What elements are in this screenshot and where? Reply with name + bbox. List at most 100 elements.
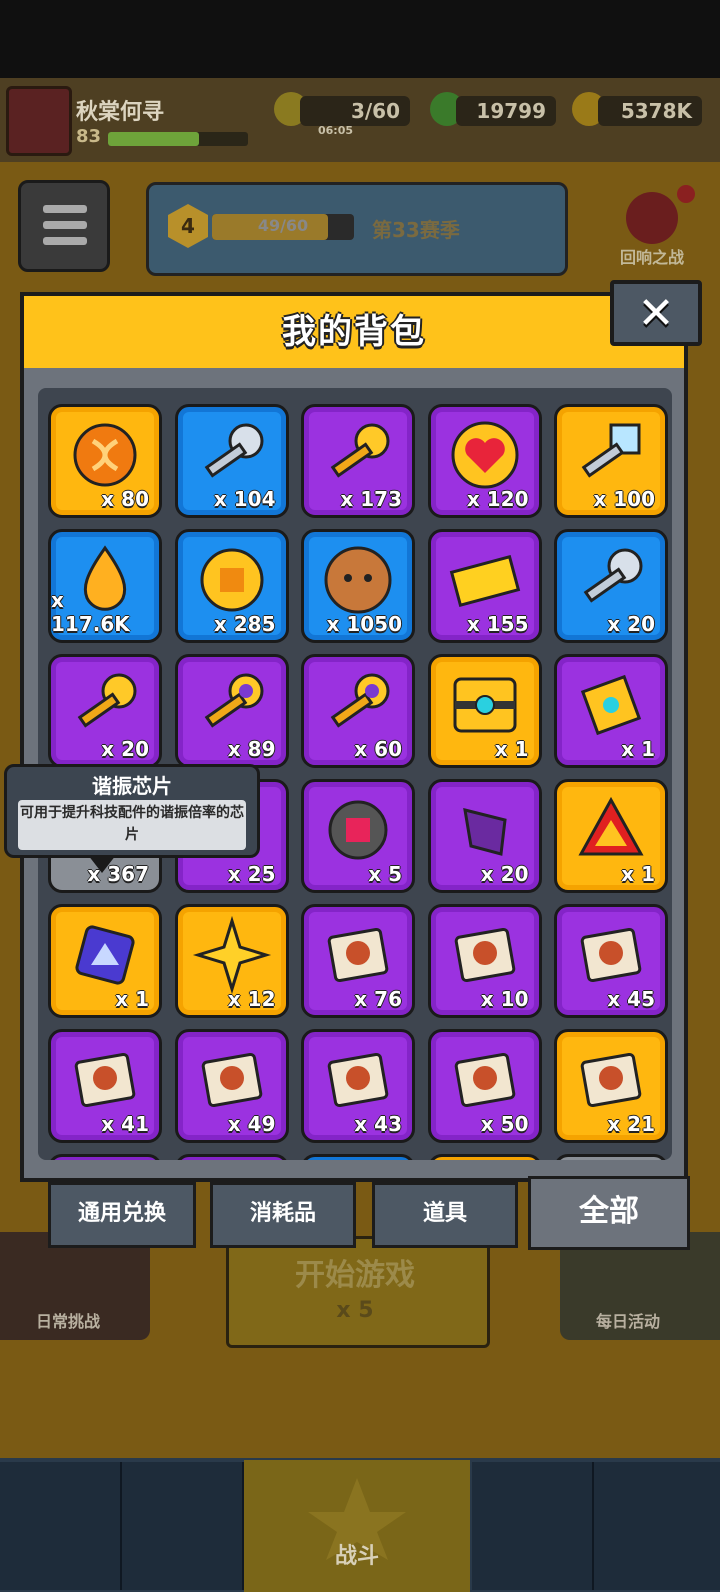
item-heart-medal[interactable]: x 120 [427, 404, 542, 518]
item-gold-coin[interactable]: x 285 [174, 529, 289, 643]
item-puzzle-5[interactable]: x 49 [174, 1029, 289, 1143]
puzzle-icon [327, 927, 389, 982]
item-quantity: x 60 [354, 737, 402, 761]
item-puzzle-1[interactable]: x 76 [301, 904, 415, 1018]
item-puzzle-2[interactable]: x 10 [427, 904, 542, 1018]
avatar[interactable] [6, 86, 72, 156]
item-crystal-key[interactable]: x 100 [554, 404, 668, 518]
tooltip-title: 谐振芯片 [92, 774, 172, 798]
item-red-triangle[interactable]: x 1 [554, 779, 668, 893]
tab-0[interactable]: 通用兑换 [48, 1182, 196, 1248]
item-quantity: x 76 [354, 987, 402, 1011]
item-quantity: x 25 [227, 862, 276, 886]
item-quantity: x 41 [101, 1112, 149, 1136]
cookie-icon [324, 546, 392, 614]
item-puzzle-3[interactable]: x 45 [554, 904, 668, 1018]
item-puzzle-7[interactable]: x 50 [427, 1029, 542, 1143]
item-cube-chip[interactable]: x 1 [48, 904, 162, 1018]
season-panel[interactable] [146, 182, 568, 276]
item-puzzle-8[interactable]: x 21 [554, 1029, 668, 1143]
menu-line [43, 237, 87, 245]
item-smile-key[interactable]: x 20 [48, 654, 162, 768]
hex-key-icon [330, 673, 390, 728]
item-quantity: x 10 [480, 987, 529, 1011]
menu-button[interactable] [18, 180, 110, 272]
item-quantity: x 104 [213, 487, 276, 511]
item-gold-star[interactable]: x 12 [174, 904, 289, 1018]
item-quantity: x 1 [621, 862, 655, 886]
item-quantity: x 5 [368, 862, 402, 886]
gear-key-icon [583, 548, 643, 603]
dna-orb-icon [73, 423, 137, 487]
tab-3[interactable]: 全部 [528, 1176, 690, 1250]
item-ruby-sphere[interactable]: x 5 [301, 779, 415, 893]
nav-map[interactable] [594, 1462, 720, 1590]
close-button[interactable]: ✕ [610, 280, 702, 346]
item-fire-drop[interactable]: x 117.6K [48, 529, 162, 643]
echo-battle-label: 回响之战 [619, 248, 684, 267]
item-gear-key[interactable]: x 20 [554, 529, 668, 643]
nav-battle-label: 战斗 [334, 1544, 379, 1569]
item-gold-key[interactable]: x 173 [301, 404, 415, 518]
item-crystal-shard[interactable]: x 20 [427, 779, 542, 893]
crystal-key-icon [581, 423, 641, 478]
triangle-icon [578, 796, 644, 856]
nav-talent[interactable] [472, 1462, 594, 1590]
item-partial[interactable] [48, 1154, 162, 1160]
ticket-icon [449, 554, 520, 607]
item-quantity: x 155 [466, 612, 529, 636]
item-dna-orb[interactable]: x 80 [48, 404, 162, 518]
nav-battle[interactable] [244, 1460, 470, 1592]
nav-gear[interactable] [122, 1462, 244, 1590]
item-partial[interactable] [554, 1154, 668, 1160]
item-quantity: x 285 [213, 612, 276, 636]
cube-icon [75, 924, 135, 985]
tablet-icon [580, 674, 642, 735]
coin-counter[interactable]: 5378K [598, 96, 702, 126]
menu-line [43, 205, 87, 213]
item-quantity: x 45 [607, 987, 655, 1011]
puzzle-icon [454, 1052, 515, 1107]
item-partial[interactable] [427, 1154, 542, 1160]
tab-2[interactable]: 道具 [372, 1182, 518, 1248]
item-gem-tablet[interactable]: x 1 [554, 654, 668, 768]
close-icon: ✕ [637, 288, 675, 339]
item-quantity: x 1 [115, 987, 149, 1011]
demon-icon [626, 185, 695, 244]
item-hex-key[interactable]: x 60 [301, 654, 415, 768]
item-quantity: x 89 [227, 737, 276, 761]
item-quantity: x 20 [101, 737, 149, 761]
energy-counter[interactable]: 3/60 [300, 96, 410, 126]
start-game-label: 开始游戏 [295, 1258, 415, 1293]
item-partial[interactable] [301, 1154, 415, 1160]
daily-activity-label: 每日活动 [596, 1312, 661, 1331]
puzzle-icon [327, 1052, 389, 1107]
item-treasure-chest[interactable]: x 1 [427, 654, 542, 768]
puzzle-icon [454, 927, 515, 982]
energy-timer: 06:05 [318, 124, 354, 137]
daily-challenge-label: 日常挑战 [36, 1312, 101, 1331]
item-gold-ticket[interactable]: x 155 [427, 529, 542, 643]
item-puzzle-6[interactable]: x 43 [301, 1029, 415, 1143]
heart-medal-icon [451, 421, 518, 489]
player-level: 83 [76, 126, 102, 147]
puzzle-icon [74, 1052, 136, 1107]
item-quantity: x 20 [607, 612, 655, 636]
gem-counter[interactable]: 19799 [456, 96, 556, 126]
item-gem-key[interactable]: x 89 [174, 654, 289, 768]
item-partial[interactable] [174, 1154, 289, 1160]
nav-shop[interactable] [0, 1462, 122, 1590]
item-quantity: x 21 [607, 1112, 655, 1136]
ruby-icon [328, 800, 388, 860]
gem-key-icon [204, 673, 263, 728]
season-name: 第33赛季 [372, 218, 460, 242]
smile-key-icon [77, 673, 137, 728]
item-puzzle-4[interactable]: x 41 [48, 1029, 162, 1143]
puzzle-icon [580, 927, 642, 982]
silver-key-icon [204, 423, 263, 478]
item-silver-key[interactable]: x 104 [174, 404, 289, 518]
player-name: 秋棠何寻 [76, 100, 165, 125]
backpack-title: 我的背包 [282, 312, 426, 352]
tab-1[interactable]: 消耗品 [210, 1182, 356, 1248]
item-pet-cookie[interactable]: x 1050 [301, 529, 415, 643]
